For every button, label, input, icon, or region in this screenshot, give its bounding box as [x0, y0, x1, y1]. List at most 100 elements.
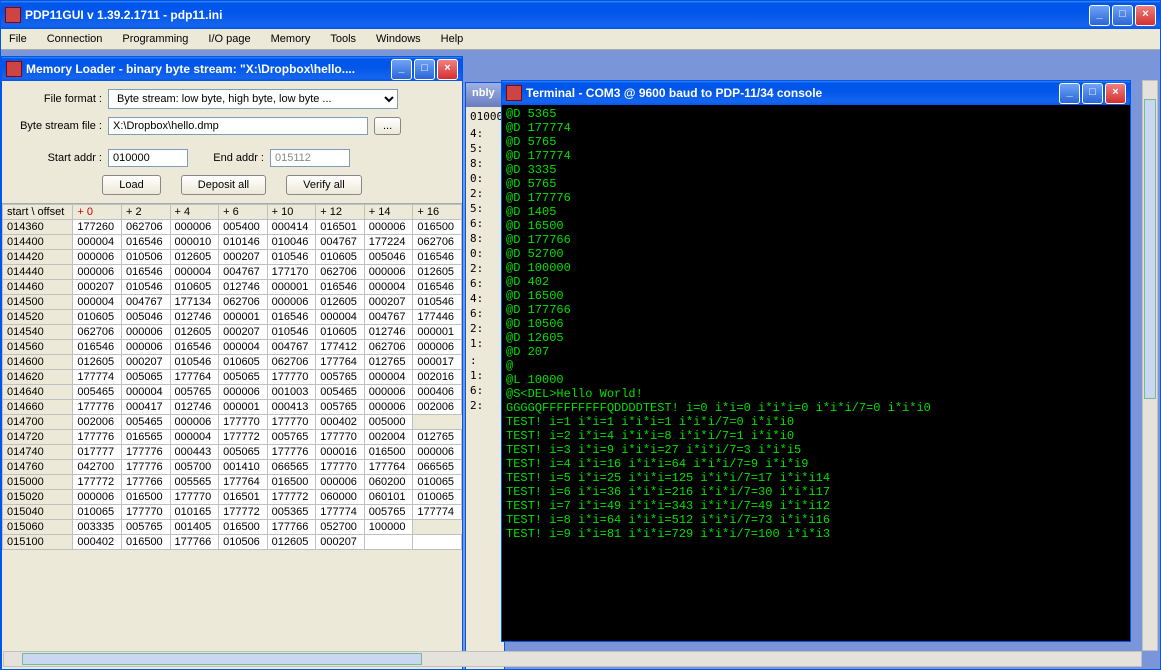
row-addr[interactable]: 014740: [3, 445, 73, 460]
row-addr[interactable]: 014440: [3, 265, 73, 280]
memory-cell[interactable]: 005065: [121, 370, 170, 385]
row-addr[interactable]: 014500: [3, 295, 73, 310]
memory-cell[interactable]: 000004: [73, 295, 122, 310]
memory-cell[interactable]: 000006: [364, 265, 413, 280]
memory-cell[interactable]: 012746: [170, 400, 219, 415]
memory-cell[interactable]: 016546: [73, 340, 122, 355]
memory-cell[interactable]: 000004: [316, 310, 365, 325]
memory-cell[interactable]: 004767: [121, 295, 170, 310]
main-titlebar[interactable]: PDP11GUI v 1.39.2.1711 - pdp11.ini _ □ ×: [1, 1, 1160, 29]
memory-cell[interactable]: 000207: [73, 280, 122, 295]
memory-cell[interactable]: 000402: [73, 535, 122, 550]
memory-cell[interactable]: 012605: [316, 295, 365, 310]
memory-cell[interactable]: 060000: [316, 490, 365, 505]
memory-cell[interactable]: 016501: [316, 220, 365, 235]
memory-cell[interactable]: 000004: [73, 235, 122, 250]
memory-cell[interactable]: 005065: [219, 370, 268, 385]
memory-cell[interactable]: 016546: [413, 250, 462, 265]
memory-cell[interactable]: 177770: [316, 460, 365, 475]
memory-cell[interactable]: 000006: [413, 340, 462, 355]
memory-cell[interactable]: 177774: [73, 370, 122, 385]
memory-cell[interactable]: 177772: [73, 475, 122, 490]
memory-cell[interactable]: 177260: [73, 220, 122, 235]
memory-cell[interactable]: 000414: [267, 220, 316, 235]
memory-cell[interactable]: 177776: [73, 430, 122, 445]
grid-header[interactable]: + 2: [121, 205, 170, 220]
memory-cell[interactable]: 005000: [364, 415, 413, 430]
memory-cell[interactable]: 005046: [121, 310, 170, 325]
memory-cell[interactable]: 005765: [364, 505, 413, 520]
memory-cell[interactable]: 001410: [219, 460, 268, 475]
mdi-scroll-h[interactable]: [3, 651, 1142, 667]
memory-cell[interactable]: 001003: [267, 385, 316, 400]
memory-cell[interactable]: 177770: [267, 415, 316, 430]
memory-cell[interactable]: 001405: [170, 520, 219, 535]
memory-cell[interactable]: 177766: [267, 520, 316, 535]
memory-cell[interactable]: 000207: [364, 295, 413, 310]
memory-cell[interactable]: 010605: [170, 280, 219, 295]
memory-cell[interactable]: 177134: [170, 295, 219, 310]
memory-cell[interactable]: 000413: [267, 400, 316, 415]
memory-cell[interactable]: 000004: [364, 370, 413, 385]
start-addr-input[interactable]: [108, 149, 188, 167]
memory-cell[interactable]: 002006: [73, 415, 122, 430]
terminal-close-button[interactable]: ×: [1105, 83, 1126, 104]
memory-cell[interactable]: 010546: [267, 250, 316, 265]
memory-cell[interactable]: 005765: [267, 430, 316, 445]
row-addr[interactable]: 014660: [3, 400, 73, 415]
memory-cell[interactable]: 000004: [170, 430, 219, 445]
menu-io[interactable]: I/O page: [204, 31, 254, 47]
memory-cell[interactable]: 002006: [413, 400, 462, 415]
memory-cell[interactable]: 010546: [170, 355, 219, 370]
memory-cell[interactable]: 000006: [267, 295, 316, 310]
memory-cell[interactable]: 005465: [316, 385, 365, 400]
memory-cell[interactable]: 000001: [219, 310, 268, 325]
memory-cell[interactable]: 062706: [121, 220, 170, 235]
memory-cell[interactable]: 005465: [73, 385, 122, 400]
maximize-button[interactable]: □: [1112, 5, 1133, 26]
memory-cell[interactable]: 010046: [267, 235, 316, 250]
memory-cell[interactable]: [364, 535, 413, 550]
memory-cell[interactable]: 012605: [170, 250, 219, 265]
memory-cell[interactable]: 000004: [219, 340, 268, 355]
memory-cell[interactable]: 000017: [413, 355, 462, 370]
memory-cell[interactable]: 012746: [219, 280, 268, 295]
memory-cell[interactable]: 177776: [267, 445, 316, 460]
memory-cell[interactable]: 012746: [364, 325, 413, 340]
memory-cell[interactable]: 016500: [267, 475, 316, 490]
memory-cell[interactable]: 004767: [364, 310, 413, 325]
grid-header[interactable]: + 14: [364, 205, 413, 220]
grid-header[interactable]: + 10: [267, 205, 316, 220]
row-addr[interactable]: 015060: [3, 520, 73, 535]
memory-cell[interactable]: 060101: [364, 490, 413, 505]
memory-cell[interactable]: 010146: [219, 235, 268, 250]
memory-cell[interactable]: 012746: [170, 310, 219, 325]
memory-cell[interactable]: 005765: [316, 400, 365, 415]
memory-cell[interactable]: 177774: [413, 505, 462, 520]
memory-cell[interactable]: 010546: [413, 295, 462, 310]
memory-cell[interactable]: 042700: [73, 460, 122, 475]
terminal-maximize-button[interactable]: □: [1082, 83, 1103, 104]
memory-cell[interactable]: 000443: [170, 445, 219, 460]
memory-cell[interactable]: 177766: [170, 535, 219, 550]
memory-cell[interactable]: 004767: [267, 340, 316, 355]
memory-cell[interactable]: 016565: [121, 430, 170, 445]
memory-cell[interactable]: 010605: [316, 250, 365, 265]
menu-memory[interactable]: Memory: [267, 31, 315, 47]
memory-cell[interactable]: 177770: [121, 505, 170, 520]
memory-cell[interactable]: 177774: [316, 505, 365, 520]
memory-cell[interactable]: 005765: [121, 520, 170, 535]
row-addr[interactable]: 014620: [3, 370, 73, 385]
memory-cell[interactable]: 177772: [267, 490, 316, 505]
memory-cell[interactable]: 177170: [267, 265, 316, 280]
memory-cell[interactable]: 177764: [219, 475, 268, 490]
memory-cell[interactable]: 177764: [316, 355, 365, 370]
grid-header[interactable]: + 6: [219, 205, 268, 220]
row-addr[interactable]: 014640: [3, 385, 73, 400]
row-addr[interactable]: 014560: [3, 340, 73, 355]
row-addr[interactable]: 014420: [3, 250, 73, 265]
menu-file[interactable]: File: [5, 31, 31, 47]
memory-cell[interactable]: 016546: [413, 280, 462, 295]
terminal-output[interactable]: @D 5365@D 177774@D 5765@D 177774@D 3335@…: [502, 105, 1130, 641]
memory-cell[interactable]: 016501: [219, 490, 268, 505]
